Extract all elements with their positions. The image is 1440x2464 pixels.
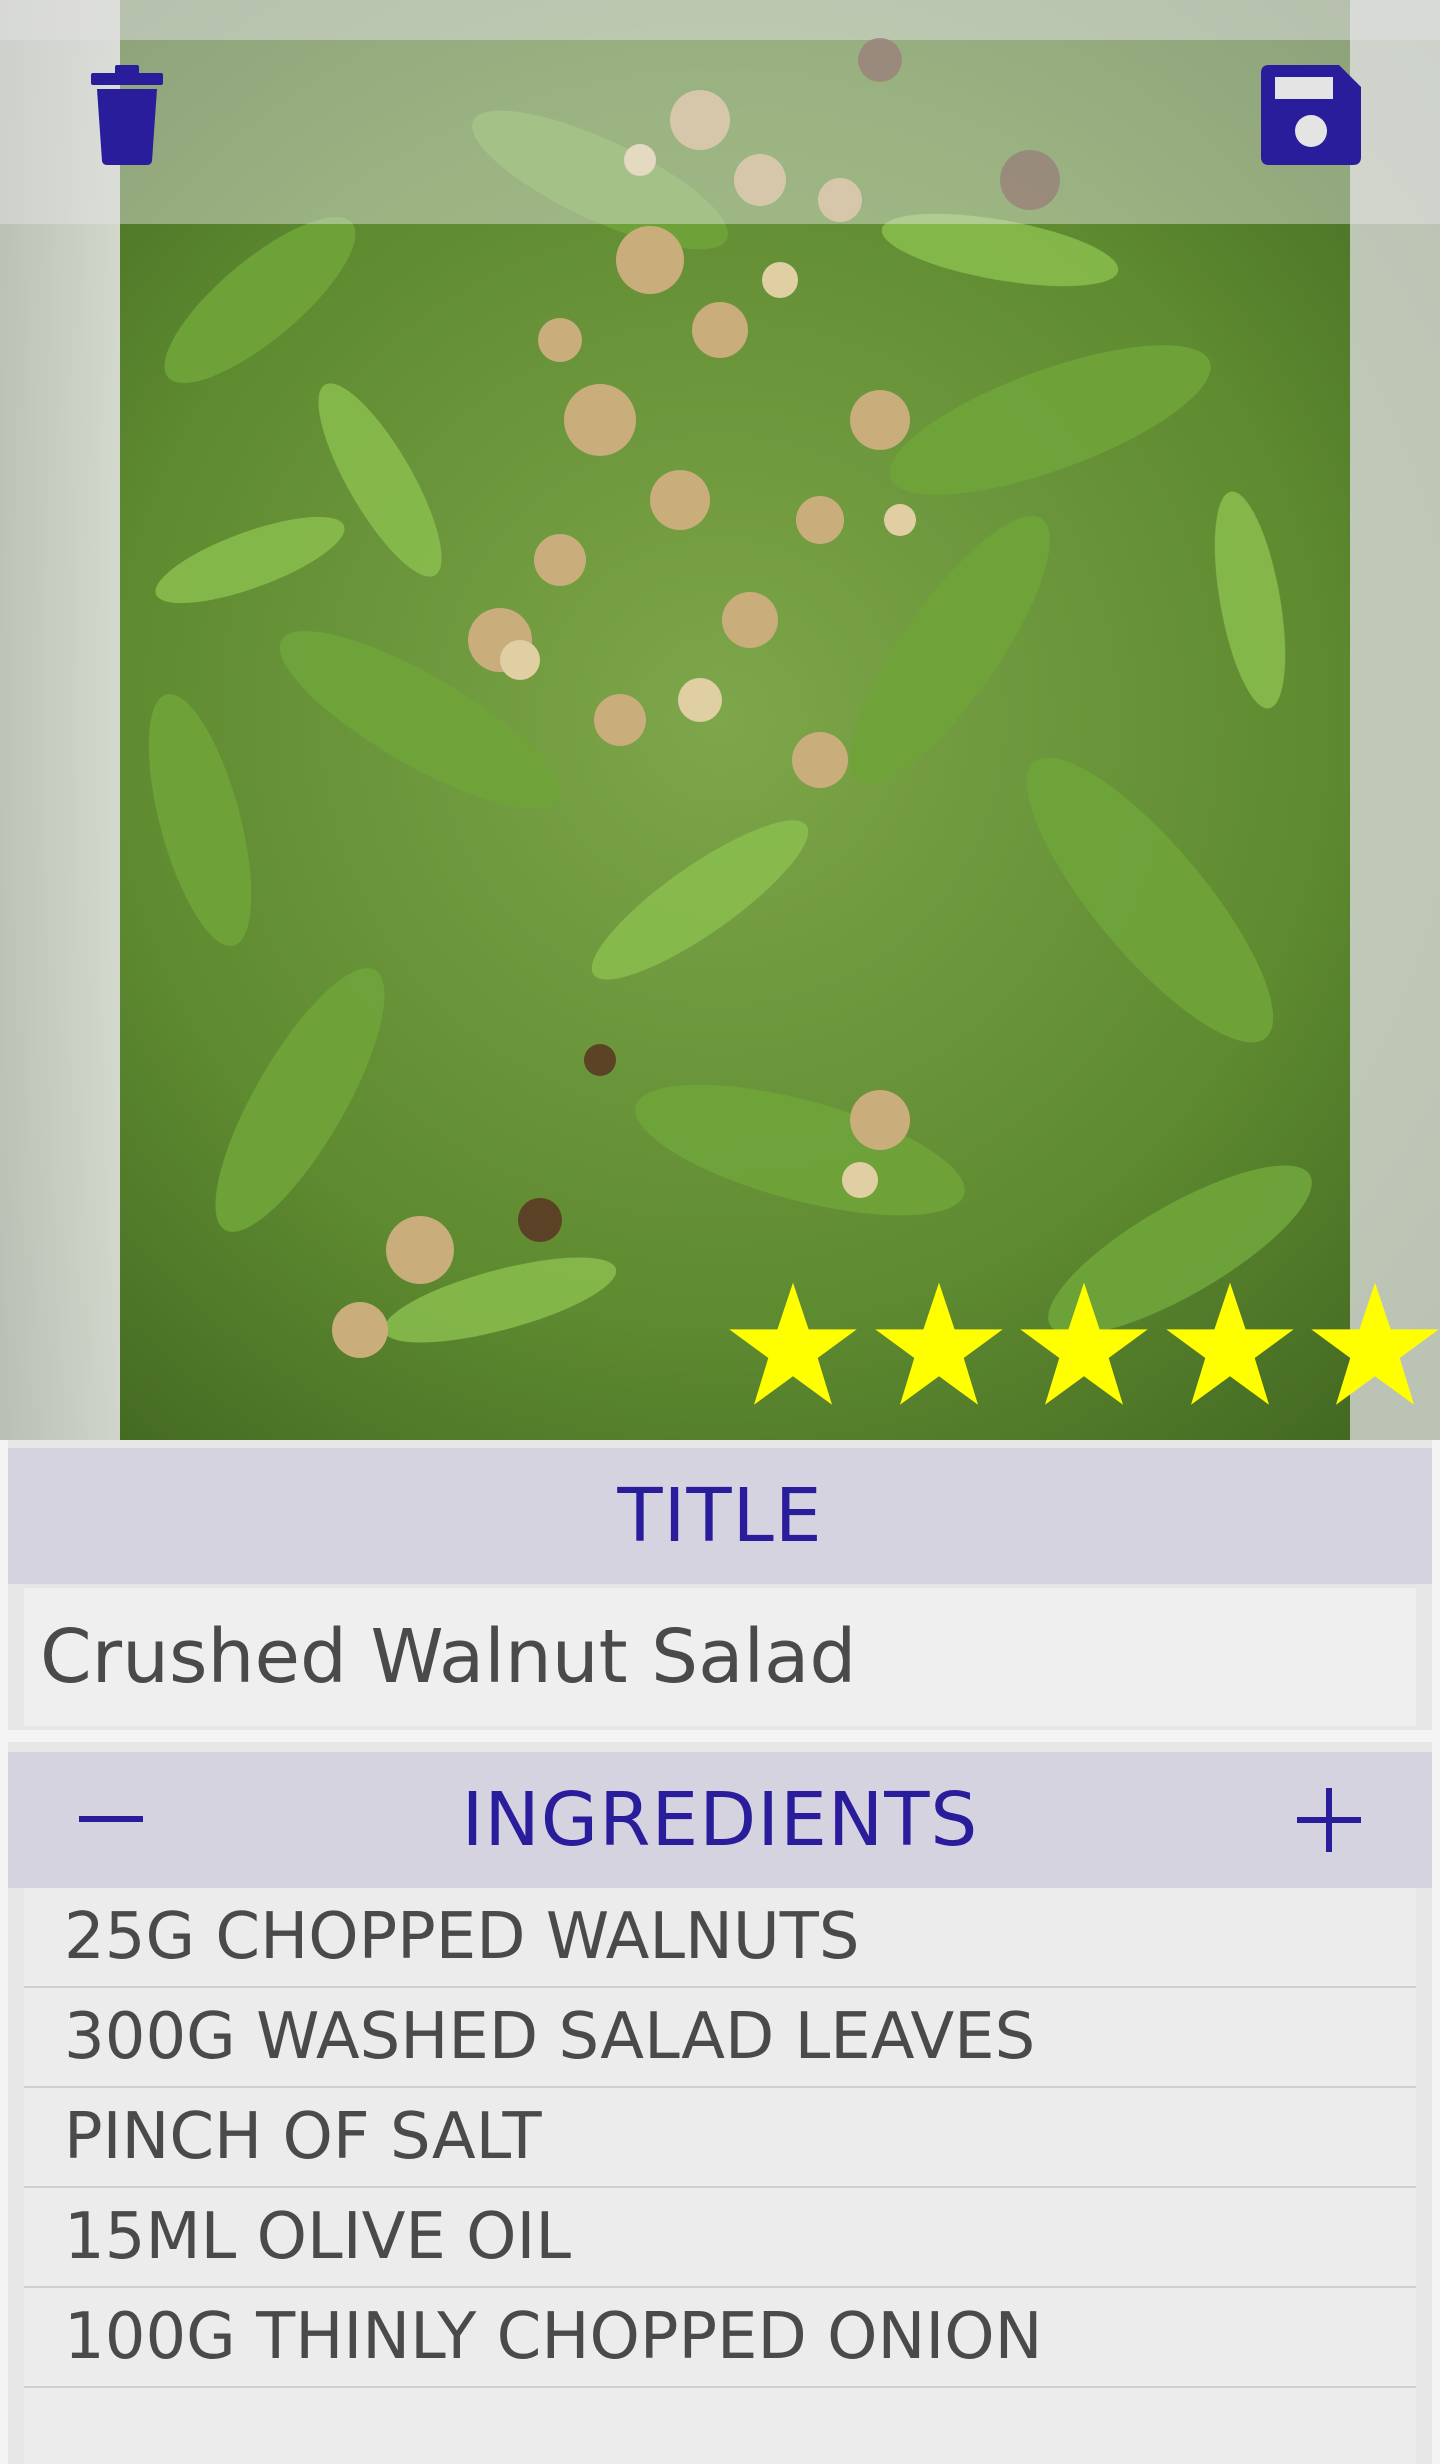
frame-edge-left (0, 1440, 8, 2464)
ingredients-section-header: INGREDIENTS (8, 1752, 1432, 1888)
delete-button[interactable] (72, 60, 182, 170)
ingredient-item[interactable]: 15ML OLIVE OIL (24, 2188, 1416, 2288)
section-divider (8, 1730, 1432, 1742)
floppy-disk-icon (1261, 65, 1361, 165)
ingredient-item[interactable]: PINCH OF SALT (24, 2088, 1416, 2188)
title-section-header: TITLE (8, 1448, 1432, 1584)
star-rating[interactable] (728, 1280, 1440, 1410)
ingredients-header-label: INGREDIENTS (461, 1777, 979, 1863)
frame-edge-right (1432, 1440, 1440, 2464)
recipe-photo[interactable] (0, 0, 1440, 1440)
add-ingredient-button[interactable] (1274, 1752, 1384, 1888)
save-button[interactable] (1256, 60, 1366, 170)
trash-icon (91, 65, 163, 165)
ingredient-item[interactable]: 100G THINLY CHOPPED ONION (24, 2288, 1416, 2388)
remove-ingredient-button[interactable] (56, 1752, 166, 1888)
title-header-label: TITLE (617, 1473, 823, 1559)
ingredient-item[interactable]: 300G WASHED SALAD LEAVES (24, 1988, 1416, 2088)
ingredient-item[interactable]: 25G CHOPPED WALNUTS (24, 1888, 1416, 1988)
ingredient-item-empty[interactable] (24, 2388, 1416, 2464)
star-icon[interactable] (1310, 1280, 1440, 1410)
photo-toolbar (0, 0, 1440, 224)
title-input[interactable] (24, 1588, 1416, 1726)
star-icon[interactable] (728, 1280, 858, 1410)
star-icon[interactable] (1019, 1280, 1149, 1410)
recipe-edit-screen: TITLE INGREDIENTS 25G CHOPPED WALNUTS 30… (0, 0, 1440, 2464)
star-icon[interactable] (1165, 1280, 1295, 1410)
minus-icon (79, 1816, 143, 1822)
ingredient-list: 25G CHOPPED WALNUTS 300G WASHED SALAD LE… (24, 1888, 1416, 2464)
plus-icon (1297, 1788, 1361, 1852)
star-icon[interactable] (874, 1280, 1004, 1410)
